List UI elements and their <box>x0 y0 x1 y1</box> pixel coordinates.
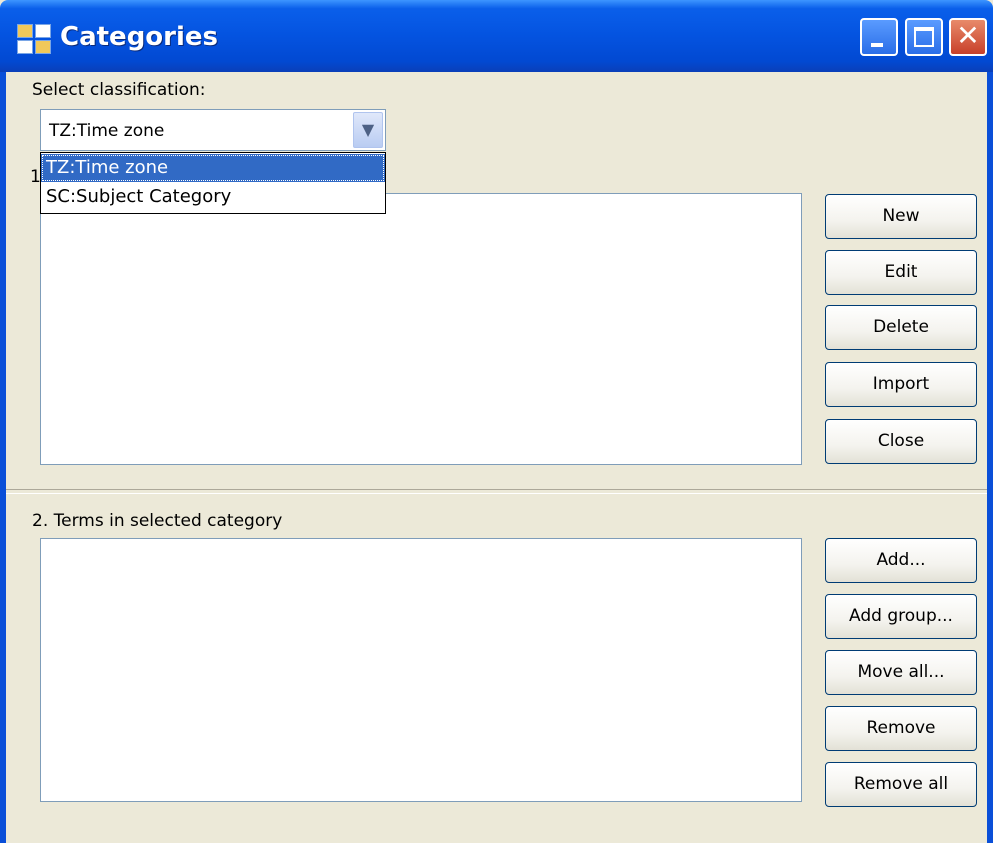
window-title: Categories <box>60 22 219 52</box>
add-button[interactable]: Add... <box>825 538 977 583</box>
classification-dropdown-list[interactable]: TZ:Time zone SC:Subject Category <box>40 152 386 214</box>
categories-grid-icon <box>17 24 51 54</box>
chevron-down-icon[interactable]: ▼ <box>353 112 383 148</box>
close-button[interactable]: Close <box>825 419 977 464</box>
new-button[interactable]: New <box>825 194 977 239</box>
title-bar[interactable]: Categories ✕ <box>0 0 993 72</box>
delete-button[interactable]: Delete <box>825 305 977 350</box>
window-frame-left <box>0 72 6 843</box>
edit-button[interactable]: Edit <box>825 250 977 295</box>
minimize-button[interactable] <box>860 18 898 56</box>
categories-listbox[interactable] <box>40 193 802 465</box>
classification-combo-value: TZ:Time zone <box>49 121 165 141</box>
maximize-icon <box>914 27 934 47</box>
close-icon: ✕ <box>956 19 980 52</box>
terms-listbox[interactable] <box>40 538 802 802</box>
move-all-button[interactable]: Move all... <box>825 650 977 695</box>
dropdown-option-tz[interactable]: TZ:Time zone <box>41 154 385 182</box>
remove-all-button[interactable]: Remove all <box>825 762 977 807</box>
section-divider <box>6 489 987 494</box>
import-button[interactable]: Import <box>825 362 977 407</box>
select-classification-label: Select classification: <box>32 80 206 100</box>
classification-combo[interactable]: TZ:Time zone ▼ <box>40 109 386 151</box>
close-window-button[interactable]: ✕ <box>949 18 987 56</box>
minimize-icon <box>871 43 883 47</box>
terms-in-category-label: 2. Terms in selected category <box>32 511 283 531</box>
window-frame-right <box>987 72 993 843</box>
remove-button[interactable]: Remove <box>825 706 977 751</box>
add-group-button[interactable]: Add group... <box>825 594 977 639</box>
maximize-button[interactable] <box>905 18 943 56</box>
dropdown-option-sc[interactable]: SC:Subject Category <box>41 183 385 211</box>
